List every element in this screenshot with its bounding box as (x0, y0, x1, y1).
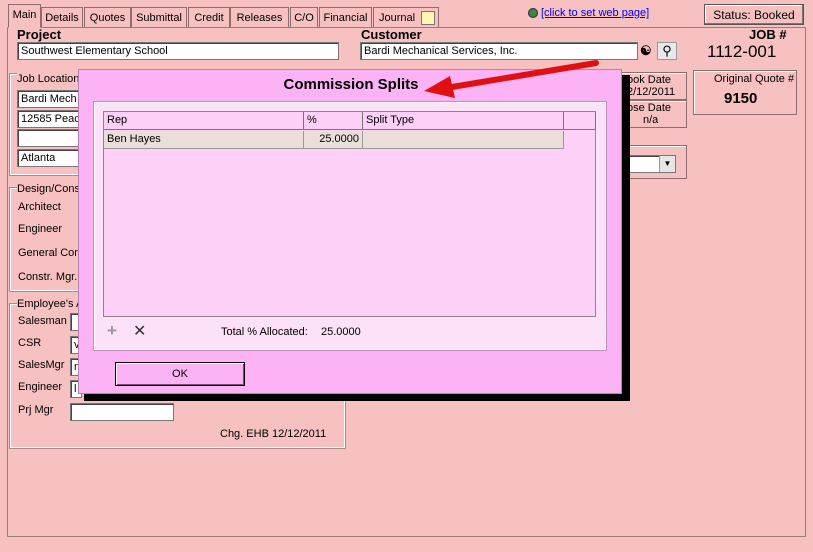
arrow-head (424, 76, 455, 98)
annotation-arrow (424, 60, 599, 98)
arrow-shaft (443, 60, 599, 91)
tab-main[interactable]: Main (8, 4, 41, 28)
job-window: Main Details Quotes Submittal Credit Rel… (0, 0, 813, 552)
